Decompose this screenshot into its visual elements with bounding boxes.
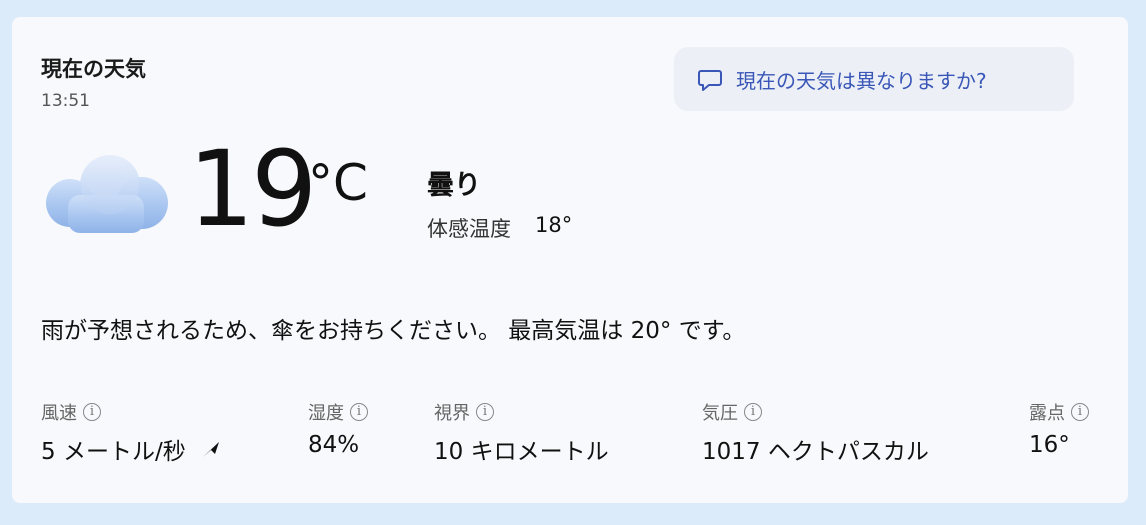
info-icon[interactable]: i: [744, 403, 762, 421]
info-icon[interactable]: i: [350, 403, 368, 421]
info-icon[interactable]: i: [1071, 403, 1089, 421]
weather-feedback-label: 現在の天気は異なりますか?: [736, 68, 987, 93]
feels-like-value: 18°: [535, 213, 573, 237]
current-temperature: 19: [188, 128, 317, 250]
wind-direction-icon: [200, 438, 222, 460]
temperature-unit: °C: [308, 154, 368, 212]
weather-feedback-button[interactable]: 現在の天気は異なりますか?: [674, 47, 1074, 111]
metric-wind-speed: 風速 i 5 メートル/秒: [41, 400, 222, 466]
current-weather-card: 現在の天気 13:51 現在の天気は異なりますか? 19 °C 曇り 体感温度 …: [12, 17, 1128, 503]
weather-condition: 曇り: [427, 170, 481, 201]
metric-visibility: 視界 i 10 キロメートル: [434, 400, 609, 466]
metric-label: 露点: [1029, 403, 1065, 424]
metric-value: 1017 ヘクトパスカル: [702, 439, 929, 465]
metric-value: 5 メートル/秒: [41, 439, 186, 465]
metric-value: 84%: [308, 432, 360, 458]
metric-humidity: 湿度 i 84%: [308, 400, 368, 458]
metric-label: 気圧: [702, 403, 738, 424]
metric-label: 視界: [434, 403, 470, 424]
metric-dew-point: 露点 i 16°: [1029, 400, 1089, 458]
info-icon[interactable]: i: [476, 403, 494, 421]
update-time: 13:51: [41, 91, 90, 111]
card-title: 現在の天気: [41, 57, 146, 81]
info-icon[interactable]: i: [83, 403, 101, 421]
weather-summary: 雨が予想されるため、傘をお持ちください。 最高気温は 20° です。: [41, 318, 746, 344]
cloud-icon: [38, 151, 174, 237]
chat-bubble-icon: [696, 64, 726, 94]
metric-value: 16°: [1029, 432, 1070, 458]
feels-like: 体感温度 18°: [427, 213, 572, 243]
feels-like-label: 体感温度: [427, 217, 511, 241]
metric-pressure: 気圧 i 1017 ヘクトパスカル: [702, 400, 929, 466]
metric-label: 湿度: [308, 403, 344, 424]
metric-label: 風速: [41, 403, 77, 424]
metric-value: 10 キロメートル: [434, 439, 609, 465]
